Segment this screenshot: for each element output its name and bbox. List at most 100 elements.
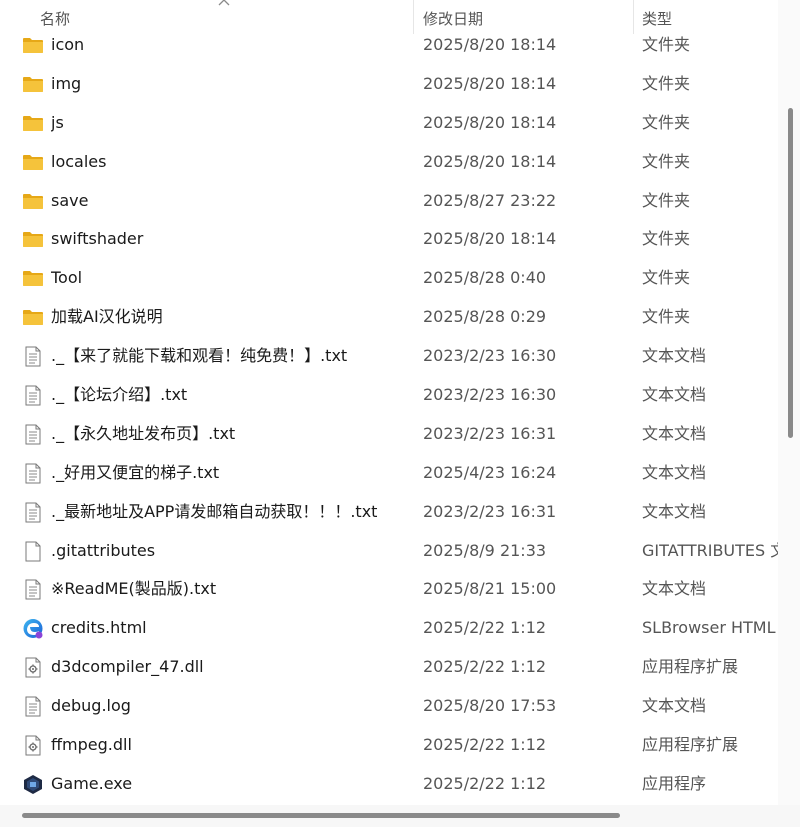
file-row[interactable]: locales 2025/8/20 18:14 文件夹	[0, 143, 778, 182]
vertical-scrollbar-thumb[interactable]	[788, 108, 793, 438]
file-name: ._【永久地址发布页】.txt	[51, 423, 236, 443]
file-type: 文件夹	[642, 307, 691, 327]
file-row[interactable]: swiftshader 2025/8/20 18:14 文件夹	[0, 220, 778, 259]
horizontal-scrollbar-thumb[interactable]	[22, 813, 620, 818]
file-type: 文本文档	[642, 423, 707, 443]
file-type: 文件夹	[642, 268, 691, 288]
file-name: locales	[51, 151, 107, 171]
file-name: d3dcompiler_47.dll	[51, 657, 204, 677]
file-type: 文本文档	[642, 501, 707, 521]
file-type: 文件夹	[642, 190, 691, 210]
folder-icon	[22, 152, 44, 173]
file-modified-date: 2025/8/20 18:14	[423, 112, 557, 132]
file-row[interactable]: Tool 2025/8/28 0:40 文件夹	[0, 259, 778, 298]
file-type: 应用程序扩展	[642, 657, 739, 677]
file-list: icon 2025/8/20 18:14 文件夹 img 2025/8/20 18:14…	[0, 26, 778, 804]
file-type: 文件夹	[642, 112, 691, 132]
file-modified-date: 2025/8/28 0:40	[423, 268, 547, 288]
text-file-icon	[22, 502, 44, 523]
file-type: 文本文档	[642, 346, 707, 366]
file-row[interactable]: img 2025/8/20 18:14 文件夹	[0, 65, 778, 104]
file-name: Game.exe	[51, 773, 133, 793]
sort-ascending-icon[interactable]	[218, 0, 230, 7]
file-modified-date: 2025/8/28 0:29	[423, 307, 547, 327]
file-modified-date: 2025/8/20 18:14	[423, 35, 557, 54]
file-type: 文件夹	[642, 35, 691, 54]
file-name: ※ReadME(製品版).txt	[51, 579, 217, 599]
file-explorer-list: 名称 修改日期 类型 icon 2025/8/20 18:14 文件夹 img 2025…	[0, 0, 800, 827]
folder-icon	[22, 191, 44, 212]
file-modified-date: 2025/8/20 18:14	[423, 229, 557, 249]
file-modified-date: 2025/8/20 18:14	[423, 151, 557, 171]
file-name: Tool	[51, 268, 83, 288]
folder-icon	[22, 113, 44, 134]
file-type: 应用程序扩展	[642, 735, 739, 755]
dll-file-icon	[22, 735, 44, 756]
folder-icon	[22, 268, 44, 289]
file-type: 文件夹	[642, 229, 691, 249]
file-modified-date: 2025/8/21 15:00	[423, 579, 557, 599]
file-type: 应用程序	[642, 773, 707, 793]
file-type: 文本文档	[642, 579, 707, 599]
file-row[interactable]: 加载AI汉化说明 2025/8/28 0:29 文件夹	[0, 298, 778, 337]
folder-icon	[22, 307, 44, 328]
file-type: 文本文档	[642, 462, 707, 482]
text-file-icon	[22, 463, 44, 484]
file-modified-date: 2025/8/20 18:14	[423, 73, 557, 93]
blank-file-icon	[22, 541, 44, 562]
text-file-icon	[22, 424, 44, 445]
file-modified-date: 2023/2/23 16:30	[423, 346, 557, 366]
file-name: js	[51, 112, 64, 132]
text-file-icon	[22, 696, 44, 717]
file-row[interactable]: js 2025/8/20 18:14 文件夹	[0, 104, 778, 143]
file-row[interactable]: debug.log 2025/8/20 17:53 文本文档	[0, 687, 778, 726]
file-row[interactable]: ※ReadME(製品版).txt 2025/8/21 15:00 文本文档	[0, 570, 778, 609]
file-name: ._最新地址及APP请发邮箱自动获取！！！.txt	[51, 501, 378, 521]
folder-icon	[22, 229, 44, 250]
file-row[interactable]: credits.html 2025/2/22 1:12 SLBrowser HTML	[0, 609, 778, 648]
file-type: 文件夹	[642, 73, 691, 93]
file-row[interactable]: d3dcompiler_47.dll 2025/2/22 1:12 应用程序扩展	[0, 648, 778, 687]
file-name: ._好用又便宜的梯子.txt	[51, 462, 220, 482]
file-modified-date: 2025/8/9 21:33	[423, 540, 547, 560]
dll-file-icon	[22, 657, 44, 678]
file-row[interactable]: ._【论坛介绍】.txt 2023/2/23 16:30 文本文档	[0, 376, 778, 415]
file-modified-date: 2023/2/23 16:30	[423, 385, 557, 405]
file-row[interactable]: icon 2025/8/20 18:14 文件夹	[0, 26, 778, 65]
exe-icon	[22, 774, 44, 795]
file-name: ffmpeg.dll	[51, 735, 132, 755]
file-row[interactable]: Game.exe 2025/2/22 1:12 应用程序	[0, 765, 778, 804]
file-type: 文件夹	[642, 151, 691, 171]
file-modified-date: 2025/8/27 23:22	[423, 190, 557, 210]
text-file-icon	[22, 579, 44, 600]
file-name: 加载AI汉化说明	[51, 307, 163, 327]
file-row[interactable]: ffmpeg.dll 2025/2/22 1:12 应用程序扩展	[0, 726, 778, 765]
folder-icon	[22, 74, 44, 95]
file-modified-date: 2025/2/22 1:12	[423, 618, 547, 638]
browser-icon	[22, 618, 44, 639]
file-row[interactable]: save 2025/8/27 23:22 文件夹	[0, 182, 778, 221]
file-modified-date: 2025/4/23 16:24	[423, 462, 557, 482]
file-name: credits.html	[51, 618, 147, 638]
file-row[interactable]: ._最新地址及APP请发邮箱自动获取！！！.txt 2023/2/23 16:31…	[0, 493, 778, 532]
folder-icon	[22, 35, 44, 56]
file-row[interactable]: ._【永久地址发布页】.txt 2023/2/23 16:31 文本文档	[0, 415, 778, 454]
file-type: SLBrowser HTML	[642, 618, 776, 638]
file-modified-date: 2025/2/22 1:12	[423, 735, 547, 755]
file-type: 文本文档	[642, 696, 707, 716]
file-name: ._【论坛介绍】.txt	[51, 385, 188, 405]
file-name: icon	[51, 35, 85, 54]
file-modified-date: 2023/2/23 16:31	[423, 501, 557, 521]
file-name: debug.log	[51, 696, 131, 716]
file-name: img	[51, 73, 82, 93]
file-row[interactable]: ._【来了就能下载和观看！纯免费！】.txt 2023/2/23 16:30 文本文…	[0, 337, 778, 376]
file-modified-date: 2023/2/23 16:31	[423, 423, 557, 443]
file-name: .gitattributes	[51, 540, 156, 560]
file-row[interactable]: ._好用又便宜的梯子.txt 2025/4/23 16:24 文本文档	[0, 454, 778, 493]
file-modified-date: 2025/8/20 17:53	[423, 696, 557, 716]
file-type: GITATTRIBUTES 文	[642, 540, 778, 560]
file-modified-date: 2025/2/22 1:12	[423, 773, 547, 793]
file-type: 文本文档	[642, 385, 707, 405]
file-row[interactable]: .gitattributes 2025/8/9 21:33 GITATTRIBUTE…	[0, 532, 778, 571]
file-modified-date: 2025/2/22 1:12	[423, 657, 547, 677]
